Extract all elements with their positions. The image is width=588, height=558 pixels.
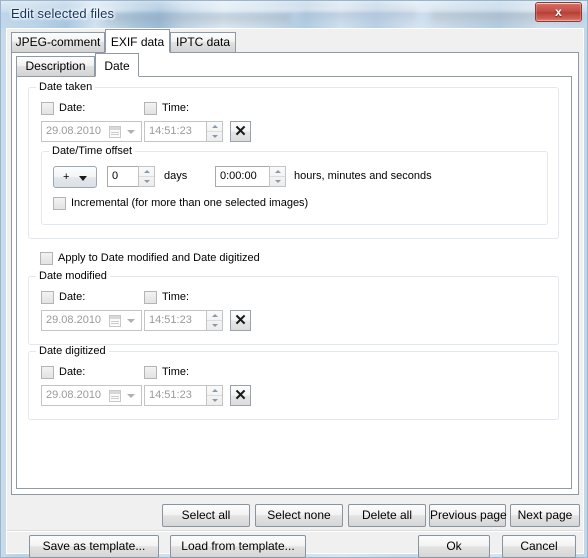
spinner-down-icon[interactable] [139,177,154,186]
date-modified-date-input[interactable]: 29.08.2010 [41,310,142,331]
offset-sign-value: + [63,171,70,183]
date-taken-date-label: Date: [59,102,86,114]
date-digitized-time-label: Time: [162,366,190,378]
offset-hms-spinner[interactable] [269,166,286,187]
offset-hms-label: hours, minutes and seconds [294,170,432,182]
close-icon: x [555,5,562,19]
apply-to-modified-digitized-label: Apply to Date modified and Date digitize… [58,252,260,264]
date-digitized-date-label: Date: [59,366,86,378]
dialog-client-area: JPEG-comment EXIF data IPTC data Descrip… [6,28,584,558]
date-digitized-date-value: 29.08.2010 [46,389,102,401]
date-taken-time-spinner[interactable] [206,121,223,142]
group-date-digitized: Date digitized Date: Time: 29.08.2010 14… [28,345,559,420]
incremental-checkbox[interactable] [53,197,66,210]
date-modified-time-value: 14:51:23 [149,314,192,326]
tab-jpeg-comment[interactable]: JPEG-comment [11,32,105,53]
spinner-up-icon[interactable] [270,167,285,177]
load-from-template-button[interactable]: Load from template... [170,535,306,558]
date-taken-clear-button[interactable]: ✕ [230,121,251,142]
calendar-icon [109,315,121,327]
titlebar-blur-b [301,10,417,27]
date-modified-time-spinner[interactable] [206,310,223,331]
offset-days-value: 0 [112,170,119,182]
clear-x-icon: ✕ [234,387,247,404]
spinner-up-icon[interactable] [207,386,222,396]
apply-to-modified-digitized-checkbox[interactable] [40,252,53,265]
date-taken-time-label: Time: [162,102,190,114]
select-none-button[interactable]: Select none [255,504,343,527]
group-datetime-offset: Date/Time offset + 0 days 0:00:00 hours,… [41,145,548,225]
date-modified-date-label: Date: [59,291,86,303]
spinner-up-icon[interactable] [207,311,222,321]
close-button[interactable]: x [535,2,582,22]
date-digitized-date-checkbox[interactable] [41,366,54,379]
offset-days-input[interactable]: 0 [107,166,139,187]
offset-hms-input[interactable]: 0:00:00 [215,166,270,187]
date-taken-time-value: 14:51:23 [149,125,192,137]
date-taken-date-checkbox[interactable] [41,102,54,115]
group-date-taken: Date taken Date: Time: 29.08.2010 14:51:… [28,81,559,239]
offset-days-spinner[interactable] [138,166,155,187]
delete-all-button[interactable]: Delete all [348,504,426,527]
date-modified-clear-button[interactable]: ✕ [230,310,251,331]
cancel-button[interactable]: Cancel [502,535,576,558]
save-as-template-button[interactable]: Save as template... [29,535,159,558]
spinner-up-icon[interactable] [139,167,154,177]
offset-hms-value: 0:00:00 [220,170,257,182]
date-taken-date-value: 29.08.2010 [46,125,102,137]
clear-x-icon: ✕ [234,312,247,329]
outer-tab-panel: Description Date Date taken Date: Time: … [11,52,579,495]
tab-exif-data[interactable]: EXIF data [105,29,170,53]
date-taken-time-checkbox[interactable] [144,102,157,115]
next-page-button[interactable]: Next page [510,504,580,527]
spinner-down-icon[interactable] [270,177,285,186]
date-modified-time-label: Time: [162,291,190,303]
spinner-down-icon[interactable] [207,132,222,141]
date-taken-date-input[interactable]: 29.08.2010 [41,121,142,142]
incremental-label: Incremental (for more than one selected … [71,197,309,209]
previous-page-button[interactable]: Previous page [429,504,507,527]
inner-tab-panel: Date taken Date: Time: 29.08.2010 14:51:… [16,76,572,489]
date-modified-time-checkbox[interactable] [144,291,157,304]
spinner-up-icon[interactable] [207,122,222,132]
group-date-modified: Date modified Date: Time: 29.08.2010 14:… [28,270,559,345]
chevron-down-icon [127,394,135,398]
outer-tabstrip: JPEG-comment EXIF data IPTC data [11,29,579,53]
date-modified-date-value: 29.08.2010 [46,314,102,326]
date-digitized-time-checkbox[interactable] [144,366,157,379]
footer-divider [7,530,583,532]
group-date-taken-title: Date taken [36,81,96,93]
date-modified-date-checkbox[interactable] [41,291,54,304]
group-date-digitized-title: Date digitized [36,345,109,357]
offset-sign-combo[interactable]: + [53,166,97,188]
tab-iptc-data[interactable]: IPTC data [170,32,236,53]
ok-button[interactable]: Ok [418,535,490,558]
chevron-down-icon [127,319,135,323]
clear-x-icon: ✕ [234,123,247,140]
chevron-down-icon [79,176,87,181]
calendar-icon [109,390,121,402]
calendar-icon [109,126,121,138]
group-date-modified-title: Date modified [36,270,110,282]
group-offset-title: Date/Time offset [49,145,136,157]
chevron-down-icon [127,130,135,134]
tab-date[interactable]: Date [95,53,139,77]
date-digitized-clear-button[interactable]: ✕ [230,385,251,406]
date-digitized-time-value: 14:51:23 [149,389,192,401]
spinner-down-icon[interactable] [207,396,222,405]
date-digitized-time-spinner[interactable] [206,385,223,406]
title-bar: Edit selected files x [1,1,587,28]
dialog-window: Edit selected files x JPEG-comment EXIF … [0,0,588,558]
date-digitized-date-input[interactable]: 29.08.2010 [41,385,142,406]
titlebar-blur-a [105,14,291,27]
spinner-down-icon[interactable] [207,321,222,330]
window-title: Edit selected files [11,6,115,21]
inner-tabstrip: Description Date [16,53,572,77]
dialog-footer: Select all Select none Delete all Previo… [7,495,583,558]
offset-days-label: days [164,170,188,182]
tab-description[interactable]: Description [16,56,95,77]
select-all-button[interactable]: Select all [162,504,250,527]
